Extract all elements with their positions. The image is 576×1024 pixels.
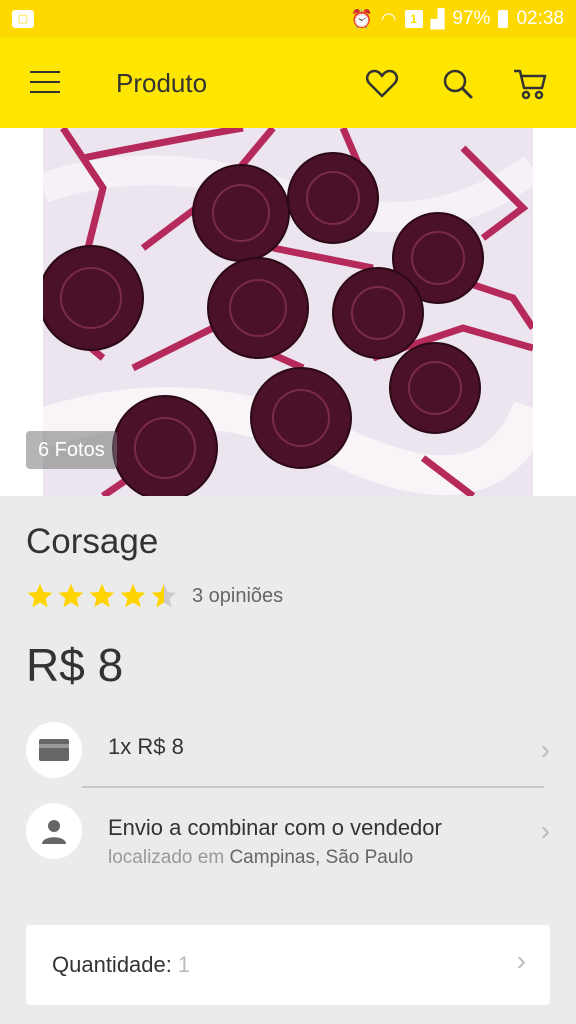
heart-icon[interactable] [364, 66, 400, 102]
payment-option[interactable]: 1x R$ 8 › [26, 722, 550, 778]
installment-text: 1x R$ 8 [108, 734, 184, 759]
product-title: Corsage [26, 522, 159, 561]
page-title: Produto [116, 68, 208, 98]
status-bar-right: ⏰ ◠ 1 ▟ 97% 02:38 [350, 8, 564, 30]
product-rating[interactable]: 3 opiniões [26, 582, 283, 610]
product-page: ▢ ⏰ ◠ 1 ▟ 97% 02:38 Produto 6 Fotos Cors… [0, 0, 576, 1024]
quantity-label: Quantidade: [52, 952, 172, 977]
app-bar: Produto [0, 38, 576, 128]
rating-stars [26, 582, 178, 610]
star-icon [27, 583, 53, 608]
product-price: R$ 8 [26, 639, 124, 691]
menu-icon[interactable] [30, 71, 60, 95]
product-gallery[interactable]: 6 Fotos [0, 128, 576, 496]
seller-location: localizado em Campinas, São Paulo [108, 847, 442, 869]
rating-count: 3 opiniões [192, 584, 284, 607]
divider [82, 786, 544, 788]
location-value: Campinas, São Paulo [229, 847, 414, 868]
chevron-right-icon: › [540, 815, 550, 846]
card-icon [26, 722, 82, 778]
quantity-selector[interactable]: Quantidade: 1 › [26, 925, 550, 1005]
shipping-text: Envio a combinar com o vendedor [108, 815, 442, 840]
shipping-option[interactable]: Envio a combinar com o vendedor localiza… [26, 803, 550, 869]
sim-badge: 1 [404, 10, 423, 28]
person-icon [26, 803, 82, 859]
star-icon [120, 583, 146, 608]
clock: 02:38 [516, 8, 564, 29]
cart-icon[interactable] [512, 66, 548, 102]
signal-icon: ▟ [430, 8, 445, 29]
wifi-icon: ◠ [380, 8, 397, 29]
search-icon[interactable] [440, 66, 476, 102]
location-prefix: localizado em [108, 847, 225, 868]
chevron-right-icon: › [540, 734, 550, 765]
battery-icon [498, 10, 509, 28]
chevron-right-icon: › [516, 945, 526, 976]
alarm-icon: ⏰ [350, 8, 373, 29]
status-bar: ▢ ⏰ ◠ 1 ▟ 97% 02:38 [0, 0, 576, 38]
photo-count-badge: 6 Fotos [26, 431, 117, 469]
quantity-value: 1 [177, 952, 191, 977]
half-star-icon [151, 583, 177, 608]
app-notification-icon: ▢ [12, 10, 34, 28]
battery-percent: 97% [452, 8, 491, 29]
star-icon [58, 583, 84, 608]
star-icon [89, 583, 115, 608]
